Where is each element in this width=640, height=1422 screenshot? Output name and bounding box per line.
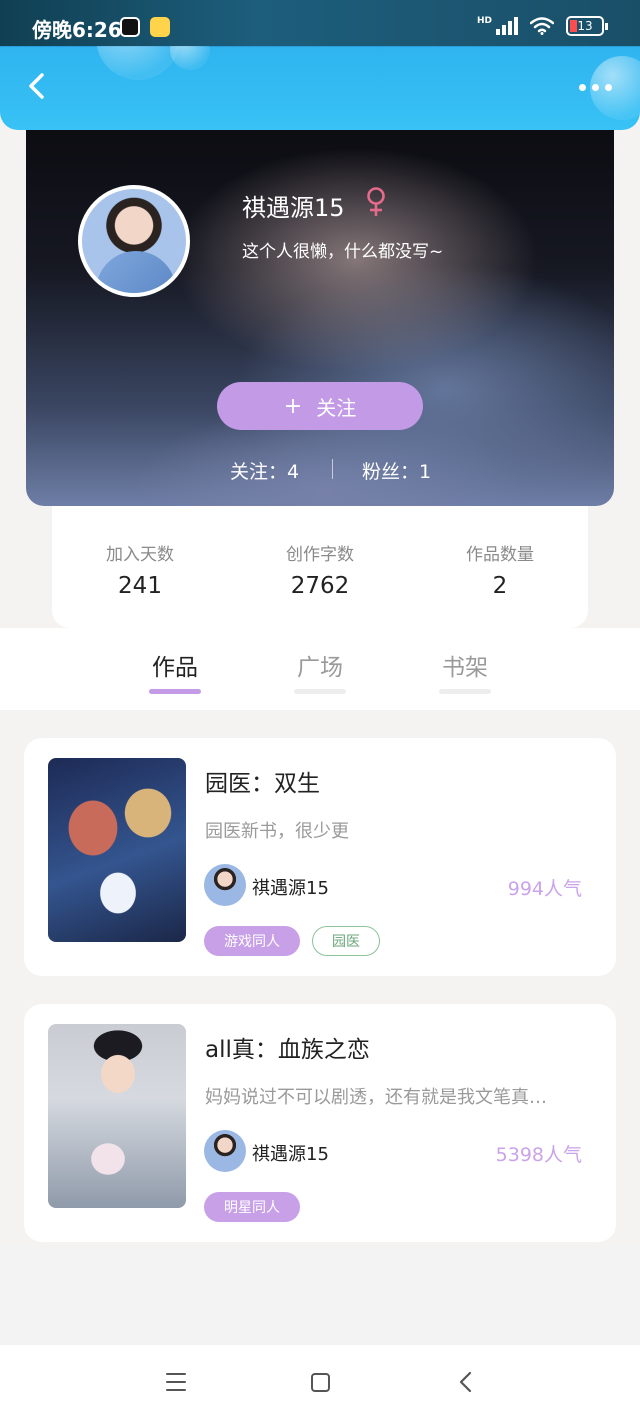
works-list: 园医：双生 园医新书，很少更 祺遇源15 994人气 游戏同人 园医 all真：… (0, 710, 640, 1245)
tag-badge[interactable]: 游戏同人 (204, 926, 300, 956)
header: 傍晚6:26 HD 13 (0, 0, 640, 130)
network-type-label: HD (476, 16, 492, 26)
book-cover[interactable] (48, 758, 186, 942)
follow-stats: 关注：4 粉丝：1 (26, 455, 614, 485)
author-avatar (204, 1130, 246, 1172)
following-count[interactable]: 关注：4 (230, 457, 299, 484)
profile-bio: 这个人很懒，什么都没写~ (242, 242, 444, 262)
stat-label: 作品数量 (466, 545, 534, 565)
stat-value: 2 (492, 573, 508, 599)
stat-value: 241 (118, 573, 162, 599)
tab-bar: 作品 广场 书架 (0, 628, 640, 710)
stat-join-days: 加入天数 241 (65, 540, 215, 599)
profile-name: 祺遇源15 (242, 194, 345, 222)
followers-count[interactable]: 粉丝：1 (362, 457, 431, 484)
back-icon[interactable] (24, 72, 52, 100)
signal-icon: HD (477, 17, 518, 35)
chat-app-icon (150, 17, 170, 37)
stat-label: 创作字数 (286, 545, 354, 565)
more-icon[interactable] (579, 84, 612, 91)
stat-word-count: 创作字数 2762 (245, 540, 395, 599)
empty-area (0, 1245, 640, 1345)
author-avatar (204, 864, 246, 906)
profile-banner: 祺遇源15 这个人很懒，什么都没写~ + 关注 关注：4 粉丝：1 (26, 110, 614, 506)
work-title: all真：血族之恋 (205, 1037, 370, 1063)
follow-label: 关注 (316, 395, 357, 420)
book-cover[interactable] (48, 1024, 186, 1208)
tab-indicator (149, 689, 201, 694)
tag-badge[interactable]: 园医 (312, 926, 380, 956)
popularity-count: 994人气 (507, 878, 582, 900)
battery-level: 13 (577, 19, 593, 33)
status-time: 傍晚6:26 (32, 18, 122, 42)
female-icon (367, 187, 385, 216)
follow-button[interactable]: + 关注 (217, 382, 423, 430)
menu-icon[interactable] (166, 1373, 186, 1391)
stat-label: 加入天数 (106, 545, 174, 565)
tab-works[interactable]: 作品 (130, 648, 220, 682)
author-profile-page: 傍晚6:26 HD 13 祺遇源15 这个人很懒，什么都没写~ + 关注 关注：… (0, 0, 640, 1422)
tiktok-icon (120, 17, 140, 37)
divider (332, 459, 333, 479)
system-nav-bar (0, 1345, 640, 1422)
tab-bookshelf[interactable]: 书架 (420, 648, 510, 682)
tab-indicator (439, 689, 491, 694)
work-description: 妈妈说过不可以剧透，还有就是我文笔真… (205, 1087, 547, 1108)
work-card[interactable]: all真：血族之恋 妈妈说过不可以剧透，还有就是我文笔真… 祺遇源15 5398… (24, 1004, 616, 1242)
system-icons: HD 13 (477, 16, 608, 36)
stat-works-count: 作品数量 2 (425, 540, 575, 599)
notification-icons (120, 17, 170, 37)
work-description: 园医新书，很少更 (205, 821, 349, 842)
plus-icon: + (283, 393, 303, 419)
popularity-count: 5398人气 (495, 1144, 582, 1166)
home-icon[interactable] (311, 1373, 330, 1392)
battery-icon: 13 (566, 16, 608, 36)
nav-bar (0, 46, 640, 130)
work-card[interactable]: 园医：双生 园医新书，很少更 祺遇源15 994人气 游戏同人 园医 (24, 738, 616, 976)
author-name: 祺遇源15 (252, 1144, 329, 1165)
author-stats: 加入天数 241 创作字数 2762 作品数量 2 (52, 506, 588, 628)
tab-indicator (294, 689, 346, 694)
tag-badge[interactable]: 明星同人 (204, 1192, 300, 1222)
wifi-icon (530, 17, 554, 35)
avatar[interactable] (78, 185, 190, 297)
author-name: 祺遇源15 (252, 878, 329, 899)
work-title: 园医：双生 (205, 771, 320, 797)
stat-value: 2762 (290, 573, 350, 599)
tab-plaza[interactable]: 广场 (275, 648, 365, 682)
back-nav-icon[interactable] (456, 1370, 476, 1394)
status-bar: 傍晚6:26 HD 13 (0, 0, 640, 46)
